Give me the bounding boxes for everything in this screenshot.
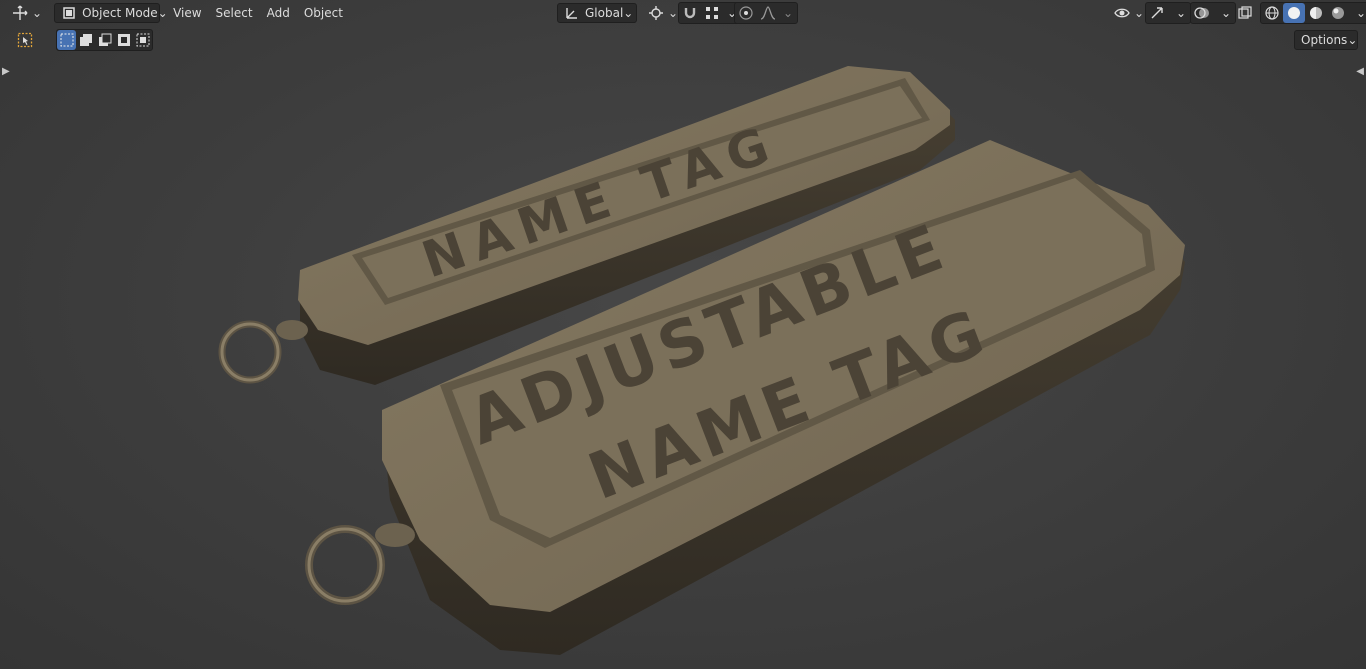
sidebar-expand-arrow-icon[interactable]: ◀ [1356, 66, 1364, 77]
editor-type-button[interactable]: ⌄ [6, 3, 48, 23]
shading-group: ⌄ [1260, 2, 1366, 24]
object-mode-icon [61, 5, 77, 21]
select-mode-extend[interactable] [76, 30, 95, 50]
toolbar-expand-arrow-icon[interactable]: ▶ [2, 66, 10, 77]
orientation-dropdown[interactable]: Global ⌄ [557, 3, 637, 23]
gizmo-group: ⌄ [1145, 2, 1192, 24]
snap-target-button[interactable] [701, 3, 723, 23]
snap-grid-icon [704, 5, 720, 21]
falloff-button[interactable] [757, 3, 779, 23]
pivot-point-icon [648, 5, 664, 21]
transform-axes-icon [564, 5, 580, 21]
menu-select[interactable]: Select [209, 3, 260, 23]
select-tool-button[interactable] [14, 30, 36, 50]
chevron-down-icon: ⌄ [1134, 6, 1145, 20]
shading-material[interactable] [1305, 3, 1327, 23]
select-invert-icon [116, 32, 132, 48]
proportional-edit-icon [738, 5, 754, 21]
header-menus: View Select Add Object [166, 3, 350, 23]
snap-group: ⌄ [678, 2, 743, 24]
material-preview-icon [1308, 5, 1324, 21]
chevron-down-icon: ⌄ [623, 6, 634, 20]
magnet-icon [682, 5, 698, 21]
select-mode-intersect[interactable] [133, 30, 152, 50]
gizmo-icon [1149, 5, 1165, 21]
chevron-down-icon: ⌄ [1176, 6, 1187, 20]
proportional-edit-toggle[interactable] [735, 3, 757, 23]
solid-icon [1286, 5, 1302, 21]
selection-mode-group [56, 29, 153, 51]
mode-label: Object Mode [82, 6, 158, 20]
select-box-tool-icon [17, 32, 33, 48]
chevron-down-icon: ⌄ [1221, 6, 1232, 20]
select-mode-invert[interactable] [114, 30, 133, 50]
shading-rendered[interactable] [1327, 3, 1349, 23]
xray-icon [1237, 5, 1253, 21]
select-subtract-icon [97, 32, 113, 48]
options-label: Options [1301, 33, 1348, 47]
tool-settings-bar: Options ⌄ [0, 26, 1366, 54]
menu-add[interactable]: Add [260, 3, 297, 23]
chevron-down-icon: ⌄ [1356, 6, 1366, 20]
3d-viewport[interactable]: NAME TAG ADJUSTABLE NAME TAG ▶ ◀ [0, 0, 1366, 669]
chevron-down-icon: ⌄ [1347, 33, 1358, 47]
visibility-button[interactable]: ⌄ [1108, 3, 1150, 23]
eye-icon [1114, 5, 1130, 21]
chevron-down-icon: ⌄ [32, 6, 43, 20]
falloff-curve-icon [760, 5, 776, 21]
overlay-icon [1194, 5, 1210, 21]
wireframe-icon [1264, 5, 1280, 21]
snap-toggle[interactable] [679, 3, 701, 23]
select-extend-icon [78, 32, 94, 48]
menu-view[interactable]: View [166, 3, 208, 23]
viewport-header: ⌄ Object Mode ⌄ View Select Add Object G… [0, 0, 1366, 26]
rendered-icon [1330, 5, 1346, 21]
select-mode-new[interactable] [57, 30, 76, 50]
gizmo-toggle[interactable] [1146, 3, 1168, 23]
options-dropdown[interactable]: Options ⌄ [1294, 30, 1358, 50]
xray-toggle[interactable] [1234, 3, 1256, 23]
chevron-down-icon: ⌄ [783, 6, 794, 20]
mode-dropdown[interactable]: Object Mode ⌄ [54, 3, 168, 23]
menu-object[interactable]: Object [297, 3, 350, 23]
move-3d-icon [12, 5, 28, 21]
select-intersect-icon [135, 32, 151, 48]
select-new-icon [59, 32, 75, 48]
select-mode-subtract[interactable] [95, 30, 114, 50]
shading-wireframe[interactable] [1261, 3, 1283, 23]
overlay-toggle[interactable] [1191, 3, 1213, 23]
orientation-label: Global [585, 6, 624, 20]
chevron-down-icon: ⌄ [668, 6, 679, 20]
scene-render: NAME TAG ADJUSTABLE NAME TAG [218, 66, 1185, 655]
shading-solid[interactable] [1283, 3, 1305, 23]
proportional-group: ⌄ [734, 2, 799, 24]
overlay-group: ⌄ [1190, 2, 1237, 24]
